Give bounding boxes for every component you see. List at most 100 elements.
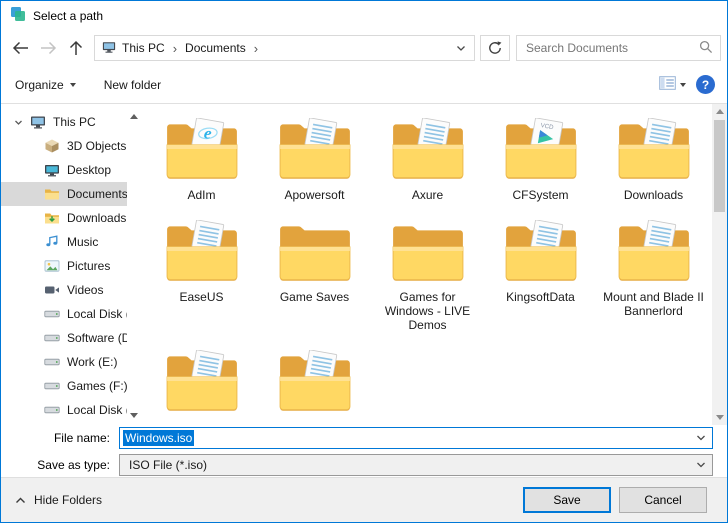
sidebar-item-pictures[interactable]: Pictures [1, 254, 127, 278]
file-list: eAdImApowersoft Axure VCDCFSystem Downloads… [141, 104, 712, 425]
file-name-input[interactable]: Windows.iso [119, 427, 713, 449]
file-item-cfsystem[interactable]: VCDCFSystem [484, 112, 597, 202]
file-item-games-for-windows-live-demos[interactable]: Games for Windows - LIVE Demos [371, 214, 484, 332]
drive-icon [44, 402, 60, 418]
folder-icon [163, 350, 241, 419]
sidebar-item-documents[interactable]: Documents [1, 182, 127, 206]
sidebar-item-label: Downloads [67, 211, 126, 225]
sidebar-item-label: Documents [67, 187, 127, 201]
address-bar[interactable]: This PC › Documents › [94, 35, 475, 61]
sidebar-item-3d-objects[interactable]: 3D Objects [1, 134, 127, 158]
pc-icon [30, 114, 46, 130]
save-as-type-select[interactable]: ISO File (*.iso) [119, 454, 713, 476]
breadcrumb-documents[interactable]: Documents [182, 41, 249, 55]
window-title: Select a path [33, 9, 103, 23]
file-item-game-saves[interactable]: Game Saves [258, 214, 371, 332]
select-path-dialog: Select a path This PC › Documents › Sear… [0, 0, 728, 523]
cancel-button[interactable]: Cancel [619, 487, 707, 513]
chevron-down-icon[interactable] [14, 118, 23, 127]
back-button[interactable] [7, 36, 33, 60]
folder-icon [276, 118, 354, 187]
change-view-button[interactable] [659, 76, 686, 93]
chevron-down-icon[interactable] [696, 461, 706, 468]
breadcrumb-separator-icon[interactable]: › [252, 41, 260, 56]
sidebar-item-local-disk-g[interactable]: Local Disk (G:) [1, 398, 127, 422]
up-button[interactable] [63, 36, 89, 60]
sidebar-item-label: Pictures [67, 259, 110, 273]
address-dropdown-icon[interactable] [451, 45, 471, 52]
sidebar-item-desktop[interactable]: Desktop [1, 158, 127, 182]
videos-icon [44, 282, 60, 298]
drive-icon [44, 378, 60, 394]
folder-icon: e [163, 118, 241, 187]
folder-icon [276, 350, 354, 419]
footer-buttons: Save Cancel [523, 487, 707, 513]
this-pc-icon [102, 40, 116, 57]
documents-icon [44, 186, 60, 202]
folder-icon: VCD [502, 118, 580, 187]
sidebar-item-work-e[interactable]: Work (E:) [1, 350, 127, 374]
forward-button[interactable] [35, 36, 61, 60]
sidebar-item-local-disk-c[interactable]: Local Disk (C:) [1, 302, 127, 326]
sidebar-item-this-pc[interactable]: This PC [1, 110, 127, 134]
scroll-up-icon[interactable] [712, 104, 727, 119]
navigation-pane: This PC 3D Objects Desktop Documents Downloa… [1, 104, 127, 425]
content-area: This PC 3D Objects Desktop Documents Downloa… [1, 104, 727, 425]
file-item-mount-and-blade-ii-bannerlord[interactable]: Mount and Blade II Bannerlord [597, 214, 710, 332]
folder-icon [276, 220, 354, 289]
file-item-label: Downloads [624, 188, 683, 202]
command-toolbar: Organize New folder ? [1, 66, 727, 104]
file-item-axure[interactable]: Axure [371, 112, 484, 202]
save-button[interactable]: Save [523, 487, 611, 513]
downloads-icon [44, 210, 60, 226]
drive-icon [44, 354, 60, 370]
file-item-label: Games for Windows - LIVE Demos [377, 290, 479, 332]
file-item-partial[interactable] [145, 344, 258, 419]
scrollbar-thumb[interactable] [714, 120, 725, 212]
search-icon[interactable] [699, 40, 713, 57]
dialog-footer: Hide Folders Save Cancel [1, 477, 727, 522]
chevron-down-icon[interactable] [696, 434, 706, 441]
sidebar-item-label: This PC [53, 115, 96, 129]
file-list-scrollbar[interactable] [712, 104, 727, 425]
file-item-easeus[interactable]: EaseUS [145, 214, 258, 332]
file-name-value[interactable]: Windows.iso [123, 430, 194, 446]
hide-folders-button[interactable]: Hide Folders [15, 493, 102, 507]
folder-icon [615, 118, 693, 187]
help-button[interactable]: ? [696, 75, 715, 94]
file-item-label: Axure [412, 188, 443, 202]
save-as-type-label: Save as type: [1, 458, 119, 472]
sidebar-item-downloads[interactable]: Downloads [1, 206, 127, 230]
sidebar-item-label: Software (D:) [67, 331, 127, 345]
file-item-downloads[interactable]: Downloads [597, 112, 710, 202]
scroll-up-icon[interactable] [130, 108, 138, 122]
scroll-down-icon[interactable] [130, 407, 138, 421]
titlebar: Select a path [1, 1, 727, 30]
sidebar-item-software-d[interactable]: Software (D:) [1, 326, 127, 350]
file-item-kingsoftdata[interactable]: KingsoftData [484, 214, 597, 332]
navigation-bar: This PC › Documents › Search Documents [1, 30, 727, 66]
folder-icon [163, 220, 241, 289]
chevron-down-icon [680, 83, 686, 87]
sidebar-item-label: Videos [67, 283, 103, 297]
file-item-apowersoft[interactable]: Apowersoft [258, 112, 371, 202]
sidebar-item-games-f[interactable]: Games (F:) [1, 374, 127, 398]
toolbar-right: ? [659, 75, 715, 94]
sidebar-item-label: 3D Objects [67, 139, 126, 153]
scroll-down-icon[interactable] [712, 410, 727, 425]
file-item-adim[interactable]: eAdIm [145, 112, 258, 202]
new-folder-button[interactable]: New folder [104, 78, 161, 92]
sidebar-item-music[interactable]: Music [1, 230, 127, 254]
hide-folders-label: Hide Folders [34, 493, 102, 507]
refresh-button[interactable] [480, 35, 510, 61]
sidebar-scrollbar[interactable] [127, 104, 141, 425]
save-as-type-value: ISO File (*.iso) [129, 458, 207, 472]
file-item-label: KingsoftData [506, 290, 575, 304]
breadcrumb-separator-icon[interactable]: › [171, 41, 179, 56]
breadcrumb-this-pc[interactable]: This PC [119, 41, 168, 55]
organize-button[interactable]: Organize [15, 78, 76, 92]
sidebar-item-videos[interactable]: Videos [1, 278, 127, 302]
search-box[interactable]: Search Documents [516, 35, 721, 61]
file-item-partial[interactable] [258, 344, 371, 419]
file-item-label: Game Saves [280, 290, 349, 304]
